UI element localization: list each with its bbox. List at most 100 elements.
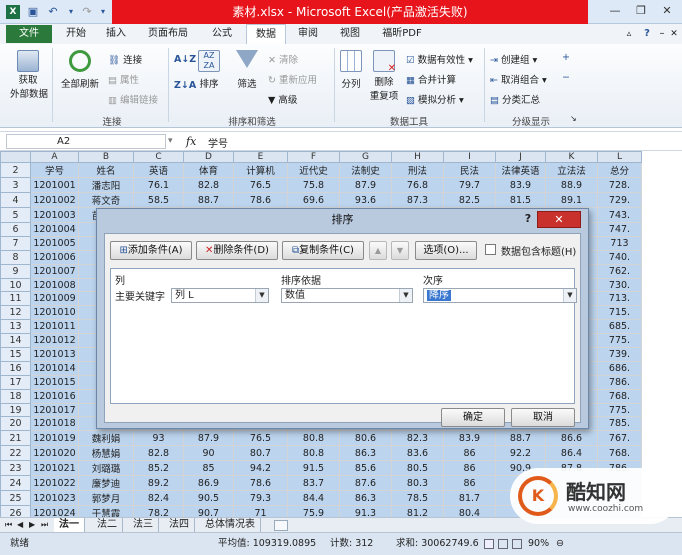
cell[interactable]: 1201012 [30,333,79,349]
consolidate-button[interactable]: ▦ 合并计算 [406,72,456,86]
cell[interactable]: 740. [597,249,642,265]
show-detail-icon[interactable]: + [562,52,570,63]
row-header[interactable]: 9 [0,263,31,279]
cell[interactable]: 83.9 [495,177,546,193]
cell[interactable]: 89.1 [545,192,598,208]
get-external-data-button[interactable]: 获取 外部数据 [10,50,48,100]
cell[interactable]: 87.9 [183,430,234,447]
column-header[interactable]: J [495,151,546,163]
add-level-button[interactable]: ⊞添加条件(A) [110,241,192,260]
data-validation-button[interactable]: ☑ 数据有效性 ▾ [406,52,473,66]
tab-file[interactable]: 文件 [6,25,52,43]
cell[interactable]: 728. [597,177,642,193]
row-header[interactable]: 8 [0,249,31,265]
column-header[interactable]: F [287,151,340,163]
move-down-button[interactable]: ▼ [391,241,409,260]
sheet-tab-2[interactable]: 法二 [92,518,123,532]
properties-button[interactable]: ▤ 属性 [108,72,139,86]
row-header[interactable]: 5 [0,207,31,223]
page-layout-view-icon[interactable] [498,539,508,549]
normal-view-icon[interactable] [484,539,494,549]
cell[interactable]: 90 [183,445,234,462]
help-icon[interactable]: ? [640,24,654,44]
row-header[interactable]: 11 [0,291,31,307]
cell[interactable]: 747. [597,222,642,237]
cell[interactable]: 88.7 [495,430,546,447]
row-header[interactable]: 13 [0,319,31,335]
cell[interactable]: 768. [597,445,642,462]
cell[interactable]: 1201004 [30,222,79,237]
column-header[interactable]: B [78,151,134,163]
cell[interactable]: 82.8 [183,177,234,193]
cell[interactable]: 英语 [133,162,184,178]
hide-detail-icon[interactable]: − [562,72,570,83]
tab-data[interactable]: 数据 [246,24,286,44]
subtotal-button[interactable]: ▤ 分类汇总 [490,92,540,106]
cell[interactable]: 1201023 [30,490,79,507]
cell[interactable]: 81.2 [391,505,444,517]
name-box[interactable]: A2 [6,134,166,149]
undo-icon[interactable]: ↶ [46,5,60,19]
cell[interactable]: 85.6 [339,460,392,477]
cell[interactable]: 713 [597,235,642,251]
sheet-tab-4[interactable]: 法四 [164,518,195,532]
cell[interactable]: 90.5 [183,490,234,507]
ribbon-collapse-icon[interactable]: ▵ [622,24,636,44]
cell[interactable]: 86.4 [545,445,598,462]
cell[interactable]: 80.3 [391,475,444,492]
cell[interactable]: 76.8 [391,177,444,193]
column-header[interactable]: D [183,151,234,163]
delete-level-button[interactable]: ✕删除条件(D) [196,241,278,260]
move-up-button[interactable]: ▲ [369,241,387,260]
cell[interactable]: 90.7 [183,505,234,517]
cell[interactable]: 715. [597,305,642,321]
cell[interactable]: 71 [233,505,288,517]
filter-button[interactable]: 筛选 [232,50,262,90]
cell[interactable]: 1201010 [30,305,79,321]
tab-view[interactable]: 视图 [332,24,368,44]
text-to-columns-button[interactable]: 分列 [338,50,364,90]
cell[interactable]: 廉梦迪 [78,475,134,492]
cell[interactable]: 743. [597,207,642,223]
tab-page-layout[interactable]: 页面布局 [140,24,196,44]
cell[interactable]: 785. [597,416,642,432]
cell[interactable]: 法制史 [339,162,392,178]
cell[interactable]: 82.4 [133,490,184,507]
row-header[interactable]: 20 [0,416,31,432]
select-all-corner[interactable] [0,151,31,163]
cell[interactable]: 计算机 [233,162,288,178]
cell[interactable]: 杨慧娟 [78,445,134,462]
cell[interactable]: 80.4 [443,505,496,517]
cell[interactable]: 1201007 [30,263,79,279]
remove-duplicates-button[interactable]: ✕ 删除 重复项 [368,50,400,102]
row-header[interactable]: 6 [0,222,31,237]
cell[interactable]: 1201006 [30,249,79,265]
cell[interactable]: 近代史 [287,162,340,178]
cell[interactable]: 89.2 [133,475,184,492]
cell[interactable]: 86.3 [339,490,392,507]
cell[interactable]: 86 [443,460,496,477]
cell[interactable]: 76.5 [233,430,288,447]
row-header[interactable]: 16 [0,360,31,376]
cell[interactable]: 1201015 [30,374,79,390]
cell[interactable]: 94.2 [233,460,288,477]
doc-minimize-button[interactable]: – [656,24,668,44]
zoom-out-icon[interactable]: ⊖ [556,533,564,555]
cell[interactable]: 84.4 [287,490,340,507]
cell[interactable]: 魏利娟 [78,430,134,447]
row-header[interactable]: 14 [0,333,31,349]
column-header[interactable]: L [597,151,642,163]
sort-button[interactable]: AZ ZA 排序 [196,50,222,90]
cell[interactable]: 79.7 [443,177,496,193]
cell[interactable]: 87.3 [391,192,444,208]
column-header[interactable]: A [30,151,79,163]
dialog-close-button[interactable]: ✕ [537,211,581,228]
clear-filter-button[interactable]: ✕ 清除 [268,52,298,66]
cell[interactable]: 91.3 [339,505,392,517]
cell[interactable]: 1201020 [30,445,79,462]
sheet-tab-1[interactable]: 法一 [54,518,85,532]
cell[interactable]: 郭梦月 [78,490,134,507]
sheet-tab-5[interactable]: 总体情况表 [200,518,261,532]
sort-on-select[interactable]: 数值 ▼ [281,288,413,303]
options-button[interactable]: 选项(O)... [415,241,477,260]
